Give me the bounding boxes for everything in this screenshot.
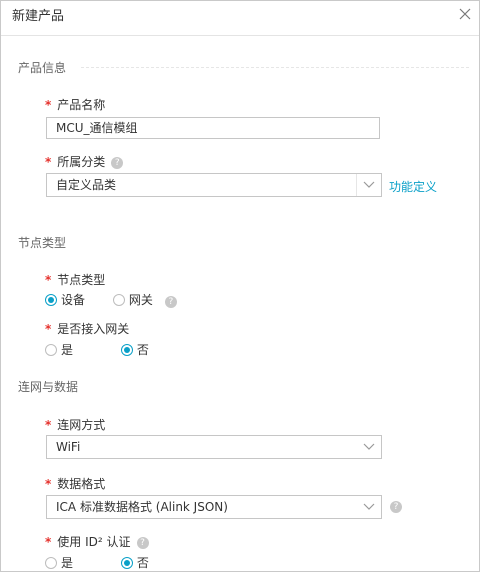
radio-no[interactable]: 否 (120, 554, 149, 571)
radio-button-checked[interactable] (45, 293, 57, 306)
data-format-select-value: ICA 标准数据格式 (Alink JSON) (56, 500, 228, 514)
product-name-input[interactable]: MCU_通信模组 (46, 117, 380, 139)
chevron-down-icon (363, 503, 375, 510)
network-method-label-text: 连网方式 (57, 418, 106, 432)
category-label: * 所属分类? (45, 153, 124, 170)
section-node-type: 节点类型 (18, 236, 67, 250)
new-product-dialog: 新建产品 产品信息 * 产品名称 MCU_通信模组 * 所属分类? 自定义品类 功能… (0, 0, 480, 572)
radio-button-checked[interactable] (120, 343, 133, 356)
section-network-data: 连网与数据 (18, 380, 79, 394)
radio-yes[interactable]: 是 (45, 341, 73, 358)
id2-auth-radio-group: 是 否 (45, 554, 163, 571)
radio-button[interactable] (45, 343, 57, 356)
category-select-value: 自定义品类 (56, 178, 117, 192)
radio-button-checked[interactable] (120, 556, 133, 569)
category-select[interactable]: 自定义品类 (46, 173, 382, 197)
required-asterisk: * (45, 273, 52, 287)
node-type-label: * 节点类型 (45, 271, 105, 288)
required-asterisk: * (45, 477, 52, 491)
data-format-label-text: 数据格式 (57, 477, 106, 491)
gateway-access-label: * 是否接入网关 (45, 320, 129, 337)
required-asterisk: * (45, 418, 52, 432)
question-circle-icon[interactable]: ? (136, 536, 149, 549)
gateway-access-radio-group: 是 否 (45, 341, 163, 359)
radio-yes-label: 是 (61, 343, 74, 357)
chevron-down-icon (356, 174, 375, 196)
chevron-down-icon (363, 443, 375, 450)
gateway-access-label-text: 是否接入网关 (57, 322, 130, 336)
radio-no[interactable]: 否 (120, 341, 149, 358)
dialog-header: 新建产品 (1, 1, 479, 36)
radio-button[interactable] (112, 293, 125, 306)
dialog-title: 新建产品 (12, 9, 65, 24)
product-name-label: * 产品名称 (45, 96, 105, 113)
question-circle-icon[interactable]: ? (111, 156, 124, 169)
node-type-radio-group: 设备 网关? (45, 291, 177, 309)
radio-gateway[interactable]: 网关 (112, 291, 153, 308)
close-icon[interactable] (457, 6, 473, 22)
category-label-text: 所属分类 (57, 155, 106, 169)
radio-yes[interactable]: 是 (45, 554, 73, 571)
radio-device[interactable]: 设备 (45, 291, 85, 308)
section-divider (81, 67, 469, 68)
required-asterisk: * (45, 535, 52, 549)
question-circle-icon[interactable]: ? (390, 501, 402, 513)
section-product-info: 产品信息 (18, 61, 67, 75)
radio-gateway-label: 网关 (128, 293, 153, 307)
question-circle-icon[interactable]: ? (164, 296, 177, 308)
required-asterisk: * (45, 155, 52, 169)
radio-device-label: 设备 (61, 293, 86, 307)
node-type-label-text: 节点类型 (57, 273, 106, 287)
network-method-select[interactable]: WiFi (46, 435, 382, 459)
id2-auth-label-text: 使用 ID² 认证 (57, 535, 131, 549)
network-method-label: * 连网方式 (45, 416, 105, 433)
data-format-label: * 数据格式 (45, 475, 105, 492)
required-asterisk: * (45, 98, 52, 112)
function-definition-link[interactable]: 功能定义 (389, 178, 437, 195)
radio-yes-label: 是 (61, 556, 74, 570)
radio-no-label: 否 (136, 343, 149, 357)
required-asterisk: * (45, 322, 52, 336)
id2-auth-label: * 使用 ID² 认证? (45, 533, 149, 550)
radio-button[interactable] (45, 556, 57, 569)
radio-no-label: 否 (136, 556, 149, 570)
data-format-select[interactable]: ICA 标准数据格式 (Alink JSON) (46, 495, 382, 519)
network-method-select-value: WiFi (56, 440, 81, 454)
product-name-label-text: 产品名称 (57, 98, 106, 112)
